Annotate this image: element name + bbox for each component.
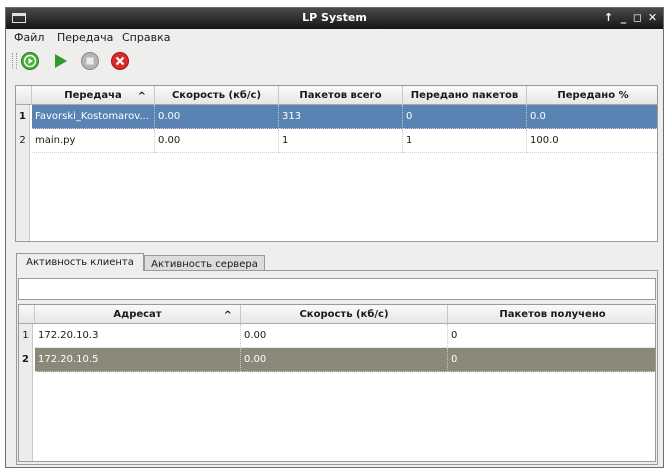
splitter-handle[interactable] <box>6 245 663 250</box>
table-cell[interactable]: 1 <box>403 129 527 153</box>
menu-file[interactable]: Файл <box>14 31 44 44</box>
close-button[interactable]: ✕ <box>646 10 659 26</box>
maximize-button[interactable]: ◻ <box>631 10 644 26</box>
menu-transfer[interactable]: Передача <box>57 31 113 44</box>
cancel-icon[interactable] <box>110 51 130 71</box>
tab-client-activity[interactable]: Активность клиента <box>16 253 144 271</box>
row-header[interactable]: 2 <box>19 348 33 372</box>
column-header-speed[interactable]: Скорость (кб/с) <box>241 305 448 324</box>
corner-header[interactable] <box>19 305 35 324</box>
column-header-sent-packets[interactable]: Передано пакетов <box>403 86 527 105</box>
sort-ascending-icon: ^ <box>137 91 146 102</box>
table-cell[interactable]: 172.20.10.3 <box>35 324 241 348</box>
row-header-empty <box>19 372 33 461</box>
column-header-transfer[interactable]: Передача ^ <box>32 86 155 105</box>
column-header-received-packets[interactable]: Пакетов получено <box>448 305 655 324</box>
table-cell[interactable]: 172.20.10.5 <box>35 348 241 372</box>
start-all-icon[interactable] <box>20 51 40 71</box>
title-bar[interactable]: LP System ↑ _ ◻ ✕ <box>6 8 663 29</box>
menu-help[interactable]: Справка <box>122 31 170 44</box>
table-cell[interactable]: 0.00 <box>241 348 448 372</box>
row-header[interactable]: 2 <box>16 129 30 153</box>
window-title: LP System <box>302 11 367 24</box>
table-cell[interactable]: 313 <box>279 105 403 129</box>
table-cell[interactable]: main.py <box>32 129 155 153</box>
sort-ascending-icon: ^ <box>223 310 232 321</box>
table-cell[interactable]: 0 <box>403 105 527 129</box>
column-header-sent-percent[interactable]: Передано % <box>527 86 657 105</box>
corner-header[interactable] <box>16 86 32 105</box>
table-cell[interactable]: 0.00 <box>241 324 448 348</box>
table-cell[interactable]: 0.00 <box>155 129 279 153</box>
column-header-total-packets[interactable]: Пакетов всего <box>279 86 403 105</box>
table-cell[interactable]: 0 <box>448 324 655 348</box>
row-header[interactable]: 1 <box>16 105 30 129</box>
stop-icon[interactable] <box>80 51 100 71</box>
filter-input[interactable] <box>18 278 656 300</box>
table-cell[interactable]: 0 <box>448 348 655 372</box>
table-cell[interactable]: 0.00 <box>155 105 279 129</box>
toolbar-grip[interactable] <box>12 53 17 69</box>
menu-bar: Файл Передача Справка <box>6 29 663 46</box>
row-header[interactable]: 1 <box>19 324 33 348</box>
minimize-button[interactable]: _ <box>617 10 630 26</box>
toolbar <box>6 48 663 74</box>
keep-above-button[interactable]: ↑ <box>602 10 615 26</box>
column-header-speed[interactable]: Скорость (кб/с) <box>155 86 279 105</box>
column-header-label: Передача <box>64 90 122 101</box>
column-header-recipient[interactable]: Адресат ^ <box>35 305 241 324</box>
play-icon[interactable] <box>50 51 70 71</box>
recipients-table: Адресат ^ Скорость (кб/с) Пакетов получе… <box>18 304 656 462</box>
transfers-table: Передача ^ Скорость (кб/с) Пакетов всего… <box>15 85 658 242</box>
column-header-label: Адресат <box>113 309 162 320</box>
table-cell[interactable]: 1 <box>279 129 403 153</box>
table-cell[interactable]: Favorski_Kostomarov... <box>32 105 155 129</box>
row-header-empty <box>16 153 30 241</box>
app-window: LP System ↑ _ ◻ ✕ Файл Передача Справка <box>5 7 664 468</box>
table-cell[interactable]: 100.0 <box>527 129 657 153</box>
table-cell[interactable]: 0.0 <box>527 105 657 129</box>
